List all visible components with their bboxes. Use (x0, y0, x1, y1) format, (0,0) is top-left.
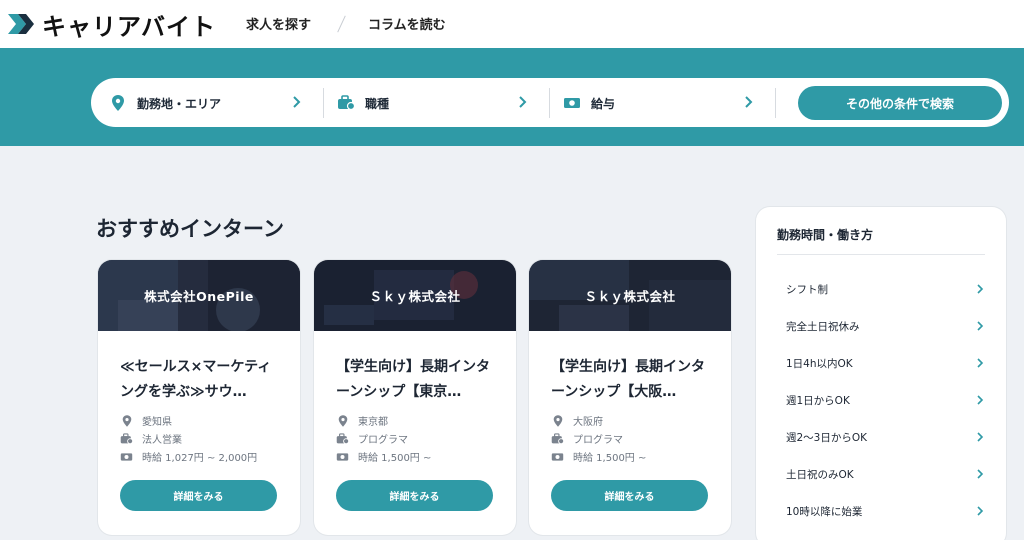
logo-text: キャリアバイト (42, 12, 217, 41)
site-header: キャリアバイト 求人を探す コラムを読む (0, 0, 1024, 48)
chevron-right-icon (977, 284, 984, 294)
sidebar-title: 勤務時間・働き方 (777, 228, 874, 242)
details-button[interactable]: 詳細をみる (120, 480, 277, 511)
location-meta: 愛知県 (120, 413, 172, 428)
location-text: 大阪府 (573, 417, 603, 428)
briefcase-icon (336, 432, 349, 445)
job-title[interactable]: 【学生向け】長期インターンシップ【大阪… (551, 355, 711, 405)
sidebar-item-start-after-10[interactable]: 10時以降に始業 (786, 501, 986, 521)
sidebar-item-label: 週1日からOK (786, 394, 850, 407)
search-band: 勤務地・エリア 職種 給与 その他の条件で検索 (0, 48, 1024, 146)
sidebar-item-2-3-days-week[interactable]: 週2～3日からOK (786, 427, 986, 447)
sidebar-item-label: 週2～3日からOK (786, 431, 868, 444)
sidebar-item-weekends-off[interactable]: 完全土日祝休み (786, 316, 986, 336)
job-type-meta: 法人営業 (120, 431, 182, 446)
chevron-right-icon (977, 358, 984, 368)
chevron-right-icon (977, 506, 984, 516)
sidebar-divider (777, 254, 985, 255)
details-button[interactable]: 詳細をみる (551, 480, 708, 511)
salary-field[interactable]: 給与 (563, 88, 755, 118)
location-text: 愛知県 (142, 417, 172, 428)
briefcase-icon (551, 432, 564, 445)
work-style-sidebar: 勤務時間・働き方 シフト制 完全土日祝休み 1日4h以内OK 週1日からOK 週… (756, 207, 1006, 540)
sidebar-item-label: 土日祝のみOK (786, 468, 854, 481)
pay-text: 時給 1,500円 ~ (573, 453, 647, 464)
company-name: Ｓｋｙ株式会社 (584, 289, 676, 304)
location-meta: 東京都 (336, 413, 388, 428)
money-icon (551, 450, 564, 463)
sidebar-item-weekends-only[interactable]: 土日祝のみOK (786, 464, 986, 484)
job-type-label: 職種 (365, 96, 390, 111)
sidebar-item-shift[interactable]: シフト制 (786, 279, 986, 299)
map-pin-icon (109, 94, 127, 112)
sidebar-item-label: 完全土日祝休み (786, 320, 860, 333)
money-icon (120, 450, 133, 463)
map-pin-icon (336, 414, 349, 427)
money-icon (563, 94, 581, 112)
job-title[interactable]: ≪セールス×マーケティングを学ぶ≫サウ… (120, 355, 280, 405)
sidebar-item-4h-per-day[interactable]: 1日4h以内OK (786, 353, 986, 373)
job-type-meta: プログラマ (551, 431, 623, 446)
chevron-right-icon (293, 96, 301, 108)
internship-card[interactable]: Ｓｋｙ株式会社 【学生向け】長期インターンシップ【大阪… 大阪府 プログラマ 時… (529, 260, 731, 535)
job-type-text: プログラマ (573, 435, 623, 446)
logo-chevron-icon (8, 14, 34, 34)
salary-label: 給与 (591, 96, 616, 111)
internship-card[interactable]: 株式会社OnePile ≪セールス×マーケティングを学ぶ≫サウ… 愛知県 法人営… (98, 260, 300, 535)
pay-text: 時給 1,500円 ~ (358, 453, 432, 464)
sidebar-item-label: シフト制 (786, 283, 828, 296)
map-pin-icon (120, 414, 133, 427)
briefcase-icon (337, 94, 355, 112)
card-header-image: Ｓｋｙ株式会社 (529, 260, 731, 331)
pay-meta: 時給 1,500円 ~ (336, 449, 431, 464)
field-divider (549, 88, 550, 118)
sidebar-item-1-day-week[interactable]: 週1日からOK (786, 390, 986, 410)
sidebar-item-label: 10時以降に始業 (786, 505, 863, 518)
location-label: 勤務地・エリア (137, 96, 222, 111)
job-title[interactable]: 【学生向け】長期インターンシップ【東京… (336, 355, 496, 405)
company-name: Ｓｋｙ株式会社 (369, 289, 461, 304)
nav-divider (337, 15, 346, 32)
site-logo[interactable]: キャリアバイト (6, 8, 217, 41)
location-field[interactable]: 勤務地・エリア (109, 88, 303, 118)
chevron-right-icon (977, 432, 984, 442)
field-divider (775, 88, 776, 118)
job-type-meta: プログラマ (336, 431, 408, 446)
other-conditions-search-button[interactable]: その他の条件で検索 (798, 86, 1002, 120)
map-pin-icon (551, 414, 564, 427)
search-bar: 勤務地・エリア 職種 給与 その他の条件で検索 (91, 78, 1009, 127)
nav-find-jobs[interactable]: 求人を探す (246, 14, 311, 33)
sidebar-item-label: 1日4h以内OK (786, 357, 853, 370)
section-title: おすすめインターン (96, 217, 284, 241)
company-name: 株式会社OnePile (144, 289, 254, 304)
briefcase-icon (120, 432, 133, 445)
job-type-field[interactable]: 職種 (337, 88, 529, 118)
chevron-right-icon (519, 96, 527, 108)
card-header-image: Ｓｋｙ株式会社 (314, 260, 516, 331)
chevron-right-icon (977, 321, 984, 331)
location-meta: 大阪府 (551, 413, 603, 428)
job-type-text: 法人営業 (142, 435, 182, 446)
nav-read-columns[interactable]: コラムを読む (368, 14, 446, 33)
details-button[interactable]: 詳細をみる (336, 480, 493, 511)
main-nav: 求人を探す コラムを読む (246, 14, 446, 33)
pay-meta: 時給 1,500円 ~ (551, 449, 646, 464)
money-icon (336, 450, 349, 463)
chevron-right-icon (977, 395, 984, 405)
pay-meta: 時給 1,027円 ~ 2,000円 (120, 449, 257, 464)
location-text: 東京都 (358, 417, 388, 428)
job-type-text: プログラマ (358, 435, 408, 446)
internship-card[interactable]: Ｓｋｙ株式会社 【学生向け】長期インターンシップ【東京… 東京都 プログラマ 時… (314, 260, 516, 535)
pay-text: 時給 1,027円 ~ 2,000円 (142, 453, 258, 464)
chevron-right-icon (977, 469, 984, 479)
card-header-image: 株式会社OnePile (98, 260, 300, 331)
field-divider (323, 88, 324, 118)
chevron-right-icon (745, 96, 753, 108)
